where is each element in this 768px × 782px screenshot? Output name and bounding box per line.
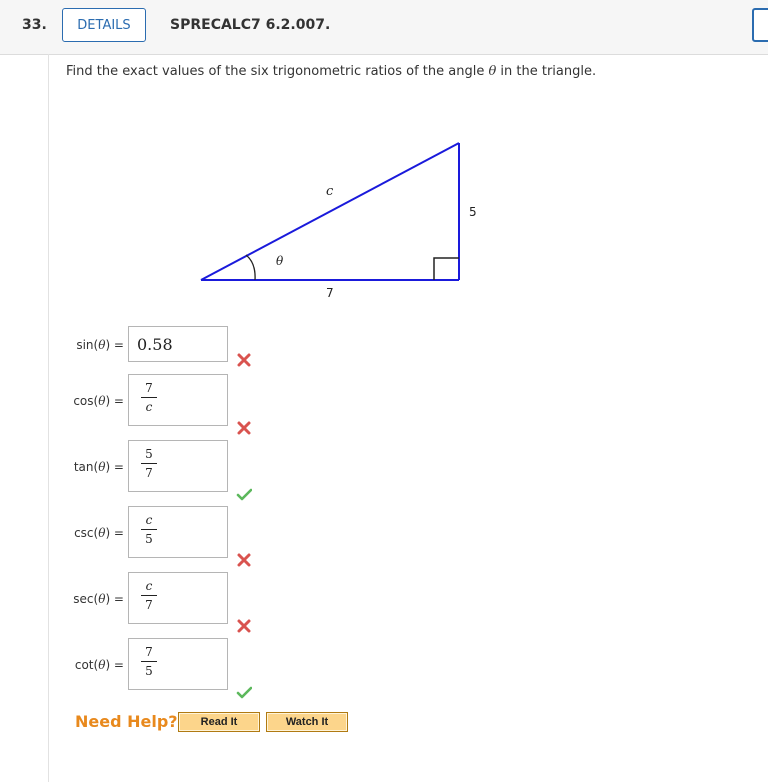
csc-answer-box[interactable]: c5 (128, 506, 228, 558)
check-icon-cot (236, 686, 252, 699)
right-angle-marker (433, 257, 459, 280)
fraction-bar (141, 397, 157, 398)
base-label: 7 (326, 286, 334, 300)
answer-row-cos: cos(θ) = 7 c (0, 374, 300, 426)
sec-label: sec(θ) = (73, 592, 124, 606)
answer-row-sec: sec(θ) = c 7 (0, 572, 300, 624)
sin-answer-box[interactable]: 0.58 (128, 326, 228, 362)
need-help-label: Need Help? (75, 712, 178, 731)
angle-arc (245, 254, 256, 281)
cot-numerator: 7 (145, 645, 153, 659)
answer-row-cot: cot(θ) = 7 5 (0, 638, 300, 690)
answer-row-tan: tan(θ) = 5 7 (0, 440, 300, 492)
fraction-bar (141, 661, 157, 662)
sec-answer-box[interactable]: c7 (128, 572, 228, 624)
sin-label: sin(θ) = (76, 338, 124, 352)
cot-label: cot(θ) = (74, 658, 124, 672)
hypotenuse-label: c (326, 184, 334, 199)
sec-numerator: c (145, 579, 153, 593)
x-icon-sin (237, 353, 251, 367)
tan-answer-box[interactable]: 57 (128, 440, 228, 492)
angle-label: θ (276, 254, 284, 268)
fraction-bar (141, 529, 157, 530)
cos-answer-box[interactable]: 7c (128, 374, 228, 426)
vertical-side-label: 5 (469, 205, 477, 219)
tan-label: tan(θ) = (73, 460, 124, 474)
triangle-hypotenuse (200, 142, 460, 281)
cos-label: cos(θ) = (73, 394, 124, 408)
read-it-button[interactable]: Read It (178, 712, 260, 732)
cos-fraction: 7c (141, 381, 157, 414)
sin-answer-value: 0.58 (137, 335, 173, 354)
cot-denominator: 5 (145, 664, 153, 678)
csc-numerator: c (145, 513, 153, 527)
csc-label: csc(θ) = (74, 526, 124, 540)
cos-numerator: 7 (145, 381, 153, 395)
x-icon-cos (237, 421, 251, 435)
csc-denominator: 5 (145, 532, 153, 546)
answer-row-sin: sin(θ) = 0.58 (0, 326, 300, 378)
tan-denominator: 7 (145, 466, 153, 480)
check-icon-tan (236, 488, 252, 501)
x-icon-csc (237, 553, 251, 567)
tan-numerator: 5 (145, 447, 153, 461)
sec-fraction: c7 (141, 579, 157, 612)
watch-it-button[interactable]: Watch It (266, 712, 348, 732)
cot-fraction: 75 (141, 645, 157, 678)
x-icon-sec (237, 619, 251, 633)
answer-row-csc: csc(θ) = c 5 (0, 506, 300, 558)
csc-fraction: c5 (141, 513, 157, 546)
fraction-bar (141, 463, 157, 464)
fraction-bar (141, 595, 157, 596)
cos-denominator: c (145, 400, 153, 414)
sec-denominator: 7 (145, 598, 153, 612)
cot-answer-box[interactable]: 75 (128, 638, 228, 690)
tan-fraction: 57 (141, 447, 157, 480)
